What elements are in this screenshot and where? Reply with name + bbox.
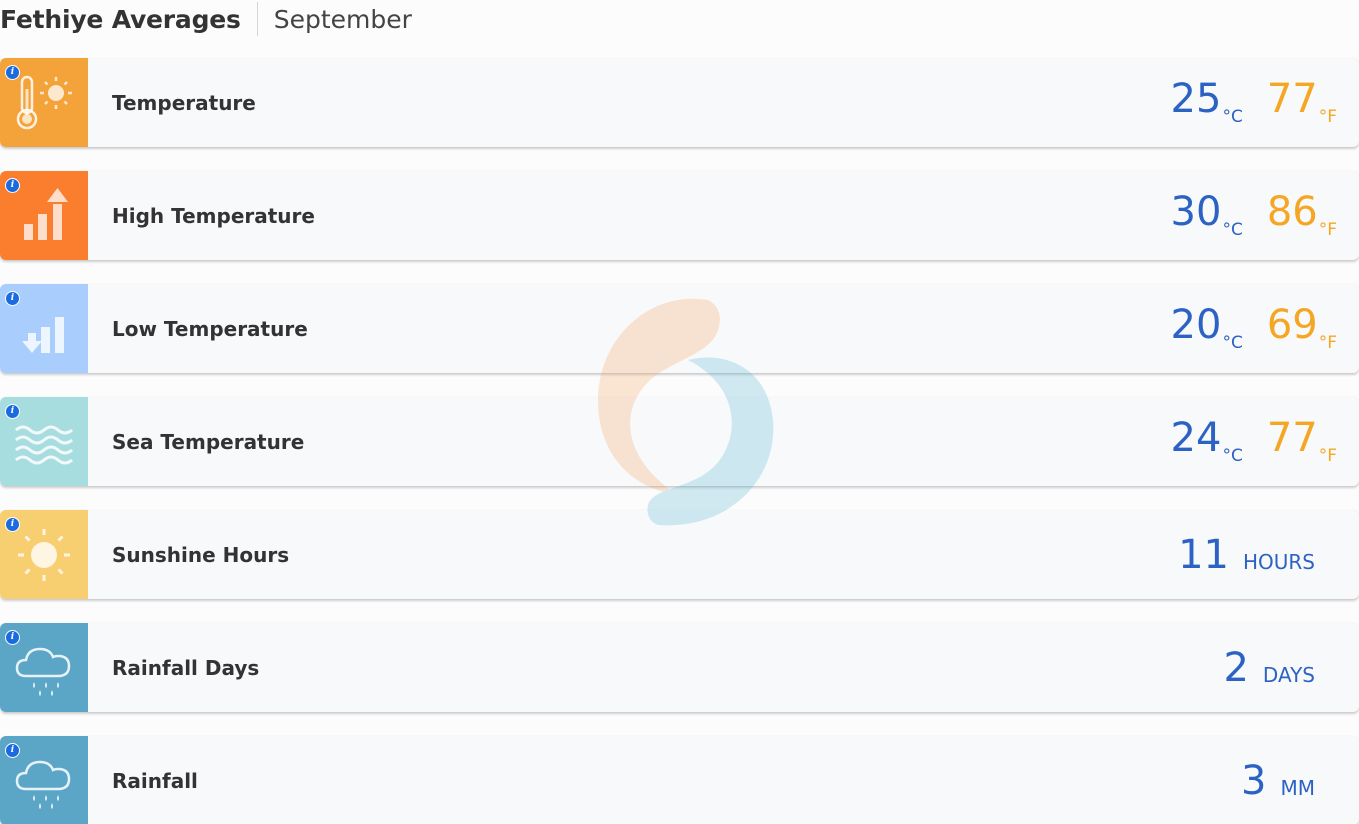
info-icon[interactable]: i (5, 178, 20, 193)
row-label: Low Temperature (112, 316, 308, 341)
rainfall-value: 3 (1241, 757, 1267, 804)
fahrenheit-unit: °F (1318, 106, 1337, 127)
row-rainfall: i Rainfall 3 MM (0, 736, 1359, 824)
info-icon[interactable]: i (5, 404, 20, 419)
row-sunshine-hours: i Sunshine Hours 11 HOURS (0, 510, 1359, 599)
celsius-value: 20 (1170, 301, 1222, 348)
row-values: 11 HOURS (1178, 510, 1337, 599)
days-value: 2 (1223, 644, 1249, 691)
info-icon[interactable]: i (5, 291, 20, 306)
row-label: Rainfall Days (112, 655, 260, 680)
days-unit: DAYS (1262, 662, 1315, 687)
rainfall-unit: MM (1280, 775, 1315, 800)
row-values: 30 °C 86 °F (1171, 171, 1337, 260)
celsius-value: 30 (1170, 188, 1222, 235)
fahrenheit-value: 77 (1266, 75, 1318, 122)
row-label: Sunshine Hours (112, 542, 290, 567)
row-label: Rainfall (112, 768, 198, 793)
row-values: 20 °C 69 °F (1171, 284, 1337, 373)
row-label: Sea Temperature (112, 429, 305, 454)
celsius-value: 24 (1170, 414, 1222, 461)
row-values: 2 DAYS (1223, 623, 1337, 712)
info-icon[interactable]: i (5, 517, 20, 532)
page-header: Fethiye Averages September (0, 0, 412, 38)
row-label: High Temperature (112, 203, 315, 228)
row-values: 25 °C 77 °F (1171, 58, 1337, 147)
row-label: Temperature (112, 90, 256, 115)
fahrenheit-unit: °F (1318, 332, 1337, 353)
header-divider (256, 2, 258, 36)
row-sea-temperature: i Sea Temperature 24 °C 77 °F (0, 397, 1359, 486)
fahrenheit-value: 69 (1266, 301, 1318, 348)
hours-unit: HOURS (1242, 549, 1315, 574)
info-icon[interactable]: i (5, 65, 20, 80)
row-values: 24 °C 77 °F (1171, 397, 1337, 486)
info-icon[interactable]: i (5, 630, 20, 645)
fahrenheit-unit: °F (1318, 219, 1337, 240)
row-temperature: i Temperature 25 °C 77 °F (0, 58, 1359, 147)
month-label[interactable]: September (274, 5, 412, 34)
hours-value: 11 (1178, 531, 1229, 578)
row-values: 3 MM (1241, 736, 1337, 824)
celsius-unit: °C (1222, 219, 1243, 240)
row-high-temperature: i High Temperature 30 °C 86 °F (0, 171, 1359, 260)
celsius-value: 25 (1170, 75, 1222, 122)
celsius-unit: °C (1222, 332, 1243, 353)
fahrenheit-value: 77 (1266, 414, 1318, 461)
row-low-temperature: i Low Temperature 20 °C 69 °F (0, 284, 1359, 373)
row-rainfall-days: i Rainfall Days 2 DAYS (0, 623, 1359, 712)
fahrenheit-unit: °F (1318, 445, 1337, 466)
info-icon[interactable]: i (5, 743, 20, 758)
celsius-unit: °C (1222, 445, 1243, 466)
fahrenheit-value: 86 (1266, 188, 1318, 235)
page-title: Fethiye Averages (0, 4, 241, 34)
celsius-unit: °C (1222, 106, 1243, 127)
